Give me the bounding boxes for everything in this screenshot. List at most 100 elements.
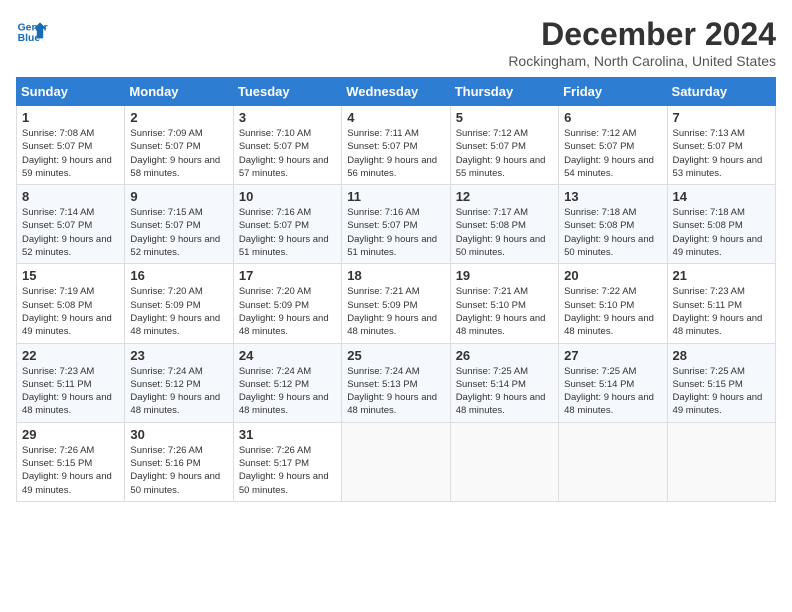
day-info: Sunrise: 7:21 AMSunset: 5:10 PMDaylight:…	[456, 286, 546, 337]
calendar-cell: 17 Sunrise: 7:20 AMSunset: 5:09 PMDayligh…	[233, 264, 341, 343]
day-number: 23	[130, 348, 227, 363]
day-info: Sunrise: 7:16 AMSunset: 5:07 PMDaylight:…	[239, 207, 329, 258]
day-number: 8	[22, 189, 119, 204]
calendar-cell: 22 Sunrise: 7:23 AMSunset: 5:11 PMDayligh…	[17, 343, 125, 422]
day-number: 25	[347, 348, 444, 363]
calendar-cell: 12Sunrise: 7:17 AMSunset: 5:08 PMDayligh…	[450, 185, 558, 264]
calendar-cell: 13 Sunrise: 7:18 AMSunset: 5:08 PMDayligh…	[559, 185, 667, 264]
weekday-header-friday: Friday	[559, 78, 667, 106]
day-number: 16	[130, 268, 227, 283]
calendar-cell: 30 Sunrise: 7:26 AMSunset: 5:16 PMDayligh…	[125, 422, 233, 501]
day-number: 29	[22, 427, 119, 442]
day-number: 10	[239, 189, 336, 204]
day-info: Sunrise: 7:26 AMSunset: 5:16 PMDaylight:…	[130, 445, 220, 496]
calendar-cell: 2 Sunrise: 7:09 AMSunset: 5:07 PMDaylight…	[125, 106, 233, 185]
day-number: 6	[564, 110, 661, 125]
calendar-cell: 8 Sunrise: 7:14 AMSunset: 5:07 PMDaylight…	[17, 185, 125, 264]
day-number: 18	[347, 268, 444, 283]
day-number: 5	[456, 110, 553, 125]
weekday-header-saturday: Saturday	[667, 78, 775, 106]
calendar-cell: 24 Sunrise: 7:24 AMSunset: 5:12 PMDayligh…	[233, 343, 341, 422]
day-number: 11	[347, 189, 444, 204]
calendar-week-row: 1Sunrise: 7:08 AMSunset: 5:07 PMDaylight…	[17, 106, 776, 185]
calendar-cell: 4 Sunrise: 7:11 AMSunset: 5:07 PMDaylight…	[342, 106, 450, 185]
calendar-cell	[450, 422, 558, 501]
day-info: Sunrise: 7:17 AMSunset: 5:08 PMDaylight:…	[456, 207, 546, 258]
calendar-cell: 28Sunrise: 7:25 AMSunset: 5:15 PMDayligh…	[667, 343, 775, 422]
day-info: Sunrise: 7:26 AMSunset: 5:17 PMDaylight:…	[239, 445, 329, 496]
calendar-cell: 11 Sunrise: 7:16 AMSunset: 5:07 PMDayligh…	[342, 185, 450, 264]
day-info: Sunrise: 7:23 AMSunset: 5:11 PMDaylight:…	[22, 366, 112, 417]
day-info: Sunrise: 7:24 AMSunset: 5:12 PMDaylight:…	[130, 366, 220, 417]
day-number: 2	[130, 110, 227, 125]
location: Rockingham, North Carolina, United State…	[508, 53, 776, 69]
day-number: 26	[456, 348, 553, 363]
calendar-cell: 14 Sunrise: 7:18 AMSunset: 5:08 PMDayligh…	[667, 185, 775, 264]
day-info: Sunrise: 7:11 AMSunset: 5:07 PMDaylight:…	[347, 128, 437, 179]
calendar-cell: 31Sunrise: 7:26 AMSunset: 5:17 PMDayligh…	[233, 422, 341, 501]
day-info: Sunrise: 7:14 AMSunset: 5:07 PMDaylight:…	[22, 207, 112, 258]
day-number: 27	[564, 348, 661, 363]
day-info: Sunrise: 7:21 AMSunset: 5:09 PMDaylight:…	[347, 286, 437, 337]
weekday-header-row: SundayMondayTuesdayWednesdayThursdayFrid…	[17, 78, 776, 106]
day-number: 9	[130, 189, 227, 204]
calendar-cell	[559, 422, 667, 501]
weekday-header-wednesday: Wednesday	[342, 78, 450, 106]
day-number: 15	[22, 268, 119, 283]
calendar-cell	[667, 422, 775, 501]
calendar-cell: 18 Sunrise: 7:21 AMSunset: 5:09 PMDayligh…	[342, 264, 450, 343]
calendar-week-row: 22 Sunrise: 7:23 AMSunset: 5:11 PMDayligh…	[17, 343, 776, 422]
calendar-cell: 6 Sunrise: 7:12 AMSunset: 5:07 PMDaylight…	[559, 106, 667, 185]
calendar-week-row: 29 Sunrise: 7:26 AMSunset: 5:15 PMDayligh…	[17, 422, 776, 501]
calendar-cell: 27 Sunrise: 7:25 AMSunset: 5:14 PMDayligh…	[559, 343, 667, 422]
day-number: 24	[239, 348, 336, 363]
day-info: Sunrise: 7:09 AMSunset: 5:07 PMDaylight:…	[130, 128, 220, 179]
day-info: Sunrise: 7:12 AMSunset: 5:07 PMDaylight:…	[456, 128, 546, 179]
page-container: General Blue December 2024 Rockingham, N…	[16, 16, 776, 502]
calendar-cell: 7 Sunrise: 7:13 AMSunset: 5:07 PMDaylight…	[667, 106, 775, 185]
calendar-cell: 3 Sunrise: 7:10 AMSunset: 5:07 PMDaylight…	[233, 106, 341, 185]
day-number: 1	[22, 110, 119, 125]
day-number: 7	[673, 110, 770, 125]
day-info: Sunrise: 7:26 AMSunset: 5:15 PMDaylight:…	[22, 445, 112, 496]
day-info: Sunrise: 7:25 AMSunset: 5:14 PMDaylight:…	[564, 366, 654, 417]
weekday-header-thursday: Thursday	[450, 78, 558, 106]
day-number: 3	[239, 110, 336, 125]
day-number: 21	[673, 268, 770, 283]
calendar-cell: 26 Sunrise: 7:25 AMSunset: 5:14 PMDayligh…	[450, 343, 558, 422]
day-info: Sunrise: 7:24 AMSunset: 5:13 PMDaylight:…	[347, 366, 437, 417]
calendar-cell: 19Sunrise: 7:21 AMSunset: 5:10 PMDayligh…	[450, 264, 558, 343]
calendar-cell: 1Sunrise: 7:08 AMSunset: 5:07 PMDaylight…	[17, 106, 125, 185]
day-number: 28	[673, 348, 770, 363]
calendar-cell: 29 Sunrise: 7:26 AMSunset: 5:15 PMDayligh…	[17, 422, 125, 501]
day-info: Sunrise: 7:18 AMSunset: 5:08 PMDaylight:…	[673, 207, 763, 258]
day-info: Sunrise: 7:25 AMSunset: 5:14 PMDaylight:…	[456, 366, 546, 417]
day-number: 13	[564, 189, 661, 204]
calendar-cell: 16Sunrise: 7:20 AMSunset: 5:09 PMDayligh…	[125, 264, 233, 343]
weekday-header-monday: Monday	[125, 78, 233, 106]
day-info: Sunrise: 7:18 AMSunset: 5:08 PMDaylight:…	[564, 207, 654, 258]
calendar-week-row: 15 Sunrise: 7:19 AMSunset: 5:08 PMDayligh…	[17, 264, 776, 343]
day-number: 30	[130, 427, 227, 442]
day-number: 22	[22, 348, 119, 363]
day-info: Sunrise: 7:12 AMSunset: 5:07 PMDaylight:…	[564, 128, 654, 179]
day-number: 4	[347, 110, 444, 125]
title-area: December 2024 Rockingham, North Carolina…	[508, 16, 776, 69]
day-info: Sunrise: 7:24 AMSunset: 5:12 PMDaylight:…	[239, 366, 329, 417]
day-info: Sunrise: 7:19 AMSunset: 5:08 PMDaylight:…	[22, 286, 112, 337]
day-number: 14	[673, 189, 770, 204]
calendar-cell: 5 Sunrise: 7:12 AMSunset: 5:07 PMDaylight…	[450, 106, 558, 185]
day-info: Sunrise: 7:16 AMSunset: 5:07 PMDaylight:…	[347, 207, 437, 258]
day-info: Sunrise: 7:10 AMSunset: 5:07 PMDaylight:…	[239, 128, 329, 179]
calendar-week-row: 8 Sunrise: 7:14 AMSunset: 5:07 PMDaylight…	[17, 185, 776, 264]
day-info: Sunrise: 7:23 AMSunset: 5:11 PMDaylight:…	[673, 286, 763, 337]
day-info: Sunrise: 7:20 AMSunset: 5:09 PMDaylight:…	[239, 286, 329, 337]
logo-icon: General Blue	[16, 16, 48, 48]
day-number: 17	[239, 268, 336, 283]
calendar-cell: 10 Sunrise: 7:16 AMSunset: 5:07 PMDayligh…	[233, 185, 341, 264]
month-title: December 2024	[508, 16, 776, 53]
calendar-cell: 23 Sunrise: 7:24 AMSunset: 5:12 PMDayligh…	[125, 343, 233, 422]
day-number: 20	[564, 268, 661, 283]
day-info: Sunrise: 7:13 AMSunset: 5:07 PMDaylight:…	[673, 128, 763, 179]
day-info: Sunrise: 7:15 AMSunset: 5:07 PMDaylight:…	[130, 207, 220, 258]
